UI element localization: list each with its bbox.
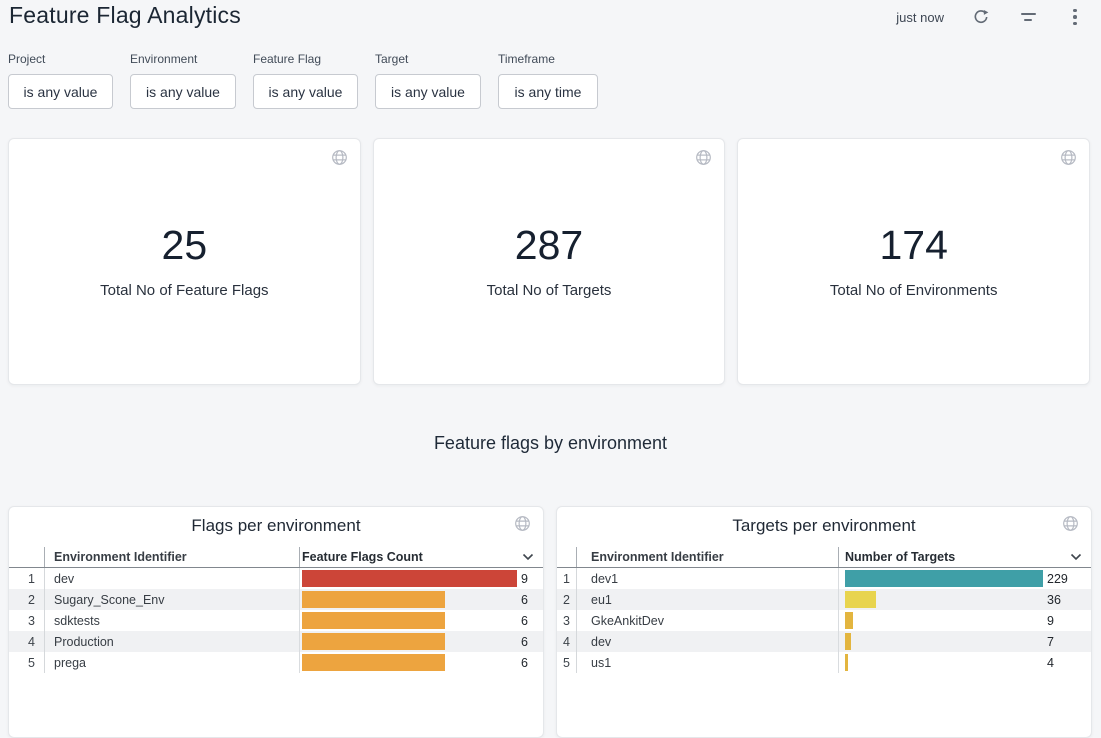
chevron-down-icon[interactable] <box>522 550 534 564</box>
column-header-environment[interactable]: Environment Identifier <box>45 547 300 567</box>
table-row: 5 prega 6 <box>9 652 543 673</box>
filter-project-label: Project <box>8 52 113 66</box>
filter-feature-flag-button[interactable]: is any value <box>253 74 358 109</box>
table-card-flags-per-environment: Flags per environment Environment Identi… <box>8 506 544 738</box>
page-title: Feature Flag Analytics <box>9 2 241 29</box>
stat-card-environments: 174 Total No of Environments <box>737 138 1090 385</box>
row-number-header <box>557 547 577 567</box>
stat-label: Total No of Feature Flags <box>100 282 268 299</box>
bar <box>845 612 853 629</box>
section-title: Feature flags by environment <box>0 433 1101 454</box>
row-number-header <box>9 547 45 567</box>
globe-icon[interactable] <box>514 515 531 537</box>
table-card-targets-per-environment: Targets per environment Environment Iden… <box>556 506 1092 738</box>
table-title: Targets per environment <box>557 516 1091 536</box>
filter-feature-flag: Feature Flag is any value <box>253 52 358 109</box>
column-header-environment[interactable]: Environment Identifier <box>577 547 839 567</box>
stat-value: 25 <box>162 225 208 266</box>
filter-environment-label: Environment <box>130 52 236 66</box>
stat-value: 287 <box>515 225 583 266</box>
table-row: 2 eu1 36 <box>557 589 1091 610</box>
stat-card-targets: 287 Total No of Targets <box>373 138 726 385</box>
table-row: 1 dev 9 <box>9 568 543 589</box>
bar <box>302 591 445 608</box>
bar <box>302 654 445 671</box>
refresh-icon[interactable] <box>971 7 991 27</box>
table-row: 1 dev1 229 <box>557 568 1091 589</box>
filter-feature-flag-label: Feature Flag <box>253 52 358 66</box>
filter-bar: Project is any value Environment is any … <box>8 52 598 109</box>
globe-icon[interactable] <box>1060 149 1077 171</box>
table-header-row: Environment Identifier Number of Targets <box>557 547 1091 568</box>
stat-value: 174 <box>879 225 947 266</box>
filter-timeframe-label: Timeframe <box>498 52 598 66</box>
filter-environment-button[interactable]: is any value <box>130 74 236 109</box>
bar <box>845 654 848 671</box>
filter-target-label: Target <box>375 52 481 66</box>
bar <box>845 570 1043 587</box>
table-header-row: Environment Identifier Feature Flags Cou… <box>9 547 543 568</box>
chevron-down-icon[interactable] <box>1070 550 1082 564</box>
bar <box>845 591 876 608</box>
filter-timeframe-button[interactable]: is any time <box>498 74 598 109</box>
bar <box>302 612 445 629</box>
table-row: 2 Sugary_Scone_Env 6 <box>9 589 543 610</box>
stat-label: Total No of Environments <box>830 282 998 299</box>
filter-icon[interactable] <box>1018 7 1038 27</box>
globe-icon[interactable] <box>695 149 712 171</box>
bar <box>302 570 517 587</box>
table-row: 4 dev 7 <box>557 631 1091 652</box>
table-body: 1 dev1 229 2 eu1 36 3 GkeAnkitDev 9 4 de… <box>557 568 1091 673</box>
filter-timeframe: Timeframe is any time <box>498 52 598 109</box>
globe-icon[interactable] <box>1062 515 1079 537</box>
table-row: 4 Production 6 <box>9 631 543 652</box>
globe-icon[interactable] <box>331 149 348 171</box>
table-body: 1 dev 9 2 Sugary_Scone_Env 6 3 sdktests … <box>9 568 543 673</box>
stat-label: Total No of Targets <box>487 282 612 299</box>
filter-project: Project is any value <box>8 52 113 109</box>
column-header-count[interactable]: Feature Flags Count <box>300 547 543 567</box>
last-refresh-time: just now <box>896 10 944 25</box>
bar <box>845 633 851 650</box>
table-head: Flags per environment <box>9 507 543 547</box>
filter-project-button[interactable]: is any value <box>8 74 113 109</box>
filter-environment: Environment is any value <box>130 52 236 109</box>
stat-card-feature-flags: 25 Total No of Feature Flags <box>8 138 361 385</box>
table-title: Flags per environment <box>9 516 543 536</box>
more-vert-icon[interactable] <box>1065 7 1085 27</box>
top-bar: Feature Flag Analytics just now <box>0 0 1101 40</box>
filter-target-button[interactable]: is any value <box>375 74 481 109</box>
table-row: 3 GkeAnkitDev 9 <box>557 610 1091 631</box>
table-row: 3 sdktests 6 <box>9 610 543 631</box>
table-head: Targets per environment <box>557 507 1091 547</box>
filter-target: Target is any value <box>375 52 481 109</box>
table-row: 5 us1 4 <box>557 652 1091 673</box>
stat-cards-row: 25 Total No of Feature Flags 287 Total N… <box>8 138 1090 385</box>
topbar-actions: just now <box>896 5 1085 29</box>
column-header-count[interactable]: Number of Targets <box>839 547 1091 567</box>
bar <box>302 633 445 650</box>
